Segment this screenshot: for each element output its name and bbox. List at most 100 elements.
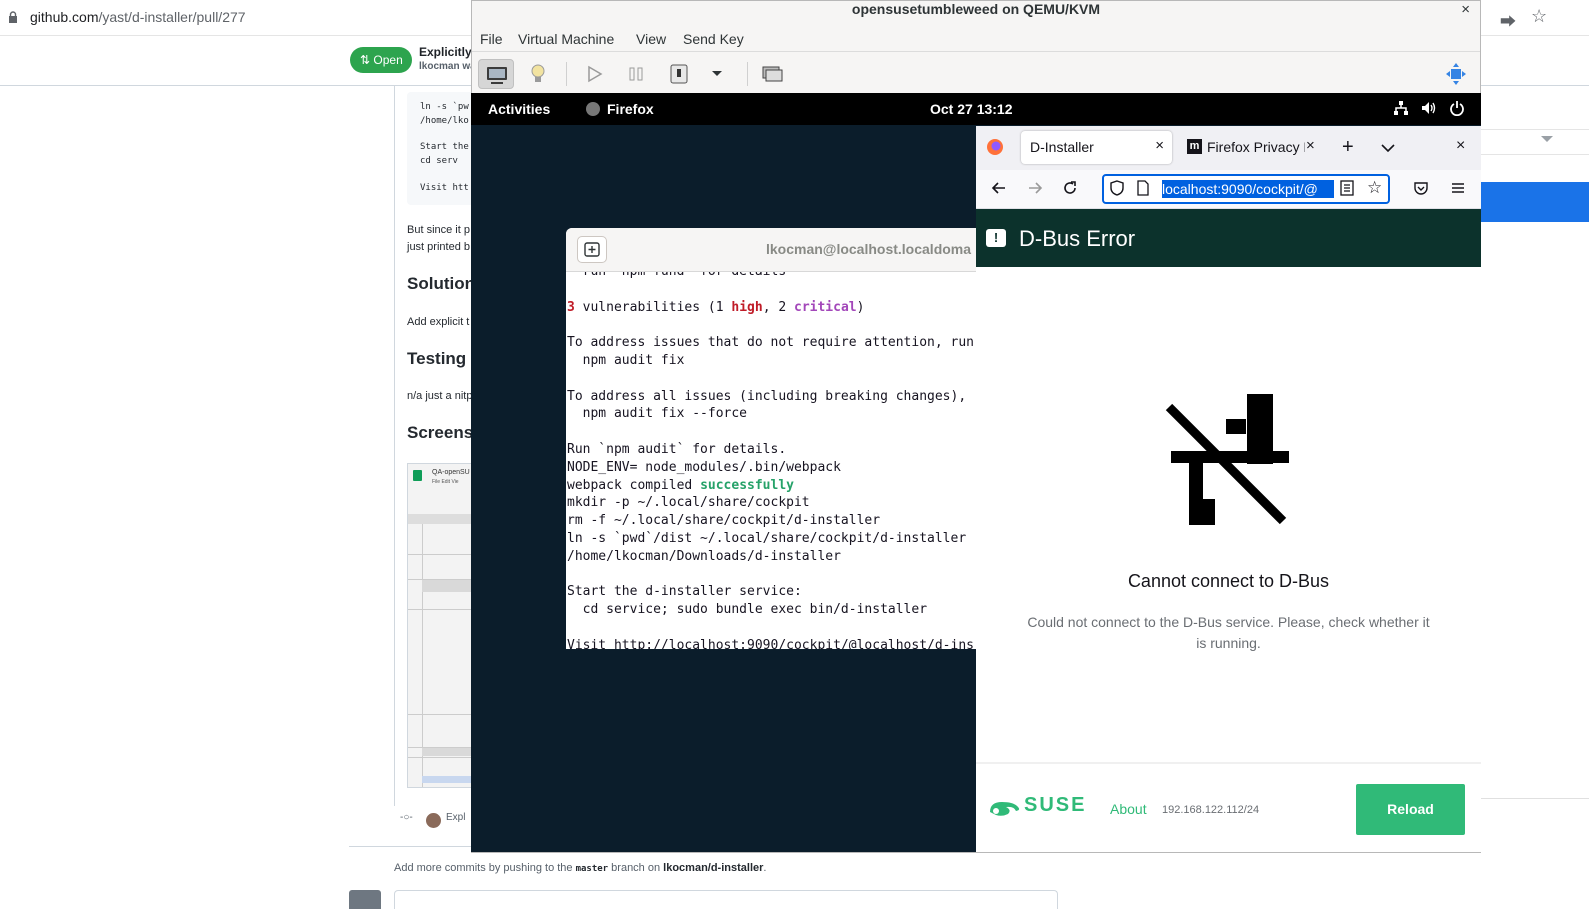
forward-icon[interactable]	[1027, 180, 1043, 201]
testing-text: n/a just a nitp	[407, 390, 473, 402]
terminal-line: rm -f ~/.local/share/cockpit/d-installer	[567, 513, 881, 529]
volume-icon[interactable]	[1421, 100, 1437, 119]
menu-send-key[interactable]: Send Key	[683, 31, 744, 47]
tab-d-installer[interactable]: D-Installer ×	[1021, 131, 1172, 164]
close-icon[interactable]: ×	[1155, 137, 1164, 154]
monitor-icon	[487, 67, 507, 84]
screens-icon	[762, 66, 783, 82]
firefox-icon	[586, 102, 600, 116]
heading-testing: Testing	[407, 349, 467, 368]
fullscreen-button[interactable]	[754, 59, 790, 89]
suse-logo-text: SUSE	[1024, 794, 1087, 816]
shield-icon[interactable]	[1110, 180, 1124, 199]
terminal-line: Start the d-installer service:	[567, 584, 802, 600]
disconnected-plug-icon	[1165, 394, 1289, 525]
divider	[1481, 798, 1589, 799]
bookmark-star-icon[interactable]: ☆	[1367, 178, 1382, 198]
pull-request-icon: ⇅	[360, 53, 371, 67]
shutdown-menu-button[interactable]	[699, 59, 735, 89]
app-main: Cannot connect to D-Bus Could not connec…	[976, 267, 1481, 762]
hamburger-menu-icon[interactable]	[1450, 180, 1466, 201]
description-text: just printed b	[407, 241, 470, 253]
error-message: Could not connect to the D-Bus service. …	[1027, 614, 1430, 651]
terminal-line: run `npm fund` for details	[567, 272, 787, 280]
details-view-button[interactable]	[520, 59, 556, 89]
ip-address: 192.168.122.112/24	[1162, 804, 1260, 816]
close-window-icon[interactable]: ×	[1456, 137, 1465, 155]
gnome-top-bar: Activities Firefox Oct 27 13:12	[471, 93, 1481, 125]
lightbulb-icon	[531, 64, 545, 82]
new-tab-icon	[584, 242, 600, 257]
close-icon[interactable]: ×	[1306, 137, 1315, 154]
play-icon	[588, 65, 603, 83]
terminal-line: mkdir -p ~/.local/share/cockpit	[567, 495, 810, 511]
power-icon	[670, 64, 688, 84]
console-view-button[interactable]	[478, 59, 514, 89]
menu-bar: File Virtual Machine View Send Key	[472, 28, 1480, 52]
tab-firefox-privacy[interactable]: m Firefox Privacy N ×	[1184, 131, 1319, 164]
sidebar-panel	[1481, 86, 1589, 130]
repo-link[interactable]: lkocman/d-installer	[663, 862, 763, 874]
sidebar-dropdown[interactable]	[1481, 131, 1589, 155]
heading-solution: Solution	[407, 274, 475, 293]
terminal-output[interactable]: run `npm fund` for details 3 vulnerabilit…	[567, 272, 976, 649]
url-text[interactable]: localhost:9090/cockpit/@	[1162, 180, 1334, 198]
reload-button[interactable]: Reload	[1356, 784, 1465, 835]
menu-virtual-machine[interactable]: Virtual Machine	[518, 31, 614, 47]
pr-author-line: lkocman wa	[419, 61, 476, 72]
app-menu[interactable]: Firefox	[607, 101, 654, 117]
star-icon[interactable]: ☆	[1531, 6, 1547, 27]
terminal-window[interactable]: lkocman@localhost.localdoma run `npm fun…	[566, 228, 976, 649]
chevron-down-icon	[1541, 136, 1553, 142]
terminal-line: cd service; sudo bundle exec bin/d-insta…	[567, 602, 928, 618]
avatar	[349, 890, 381, 909]
screenshot-image[interactable]: QA-openSU File Edit Vie	[407, 463, 477, 788]
host-url[interactable]: github.com/yast/d-installer/pull/277	[30, 9, 246, 25]
run-button[interactable]	[576, 59, 612, 89]
terminal-line: To address all issues (including breakin…	[567, 388, 967, 404]
terminal-line: ln -s `pwd`/dist ~/.local/share/cockpit/…	[567, 531, 967, 546]
new-tab-button[interactable]: +	[1342, 136, 1354, 159]
sidebar-highlight[interactable]	[1481, 182, 1589, 222]
commit-message[interactable]: Expl	[446, 812, 465, 823]
share-icon[interactable]: ⮕	[1500, 8, 1516, 32]
terminal-headerbar: lkocman@localhost.localdoma	[566, 228, 976, 272]
close-icon[interactable]: ×	[1461, 1, 1470, 18]
reload-icon[interactable]	[1062, 180, 1078, 201]
pause-icon	[629, 67, 643, 81]
terminal-line: /home/lkocman/Downloads/d-installer	[567, 548, 841, 564]
terminal-line: webpack compiled successfully	[567, 477, 794, 493]
new-tab-button[interactable]	[577, 236, 607, 263]
window-title: opensusetumbleweed on QEMU/KVM	[851, 1, 1101, 17]
resize-to-vm-button[interactable]	[1438, 59, 1474, 89]
terminal-line: To address issues that do not require at…	[567, 335, 974, 351]
avatar[interactable]	[426, 813, 441, 828]
page-title: D-Bus Error	[1019, 226, 1136, 251]
app-header: ! D-Bus Error	[976, 209, 1481, 267]
list-tabs-chevron-icon[interactable]	[1381, 140, 1395, 158]
about-link[interactable]: About	[1110, 801, 1147, 817]
firefox-view-icon[interactable]	[986, 138, 1004, 161]
pause-button[interactable]	[618, 59, 654, 89]
power-icon[interactable]	[1449, 100, 1465, 119]
pocket-icon[interactable]	[1413, 180, 1429, 201]
url-input[interactable]: localhost:9090/cockpit/@ ☆	[1102, 174, 1390, 204]
network-icon[interactable]	[1393, 100, 1409, 119]
mozilla-icon: m	[1187, 139, 1202, 154]
menu-file[interactable]: File	[480, 31, 503, 47]
reader-view-icon[interactable]	[1340, 180, 1354, 199]
back-icon[interactable]	[991, 180, 1007, 201]
comment-box[interactable]	[394, 890, 1058, 909]
terminal-line: npm audit fix --force	[567, 406, 748, 422]
shutdown-button[interactable]	[661, 59, 697, 89]
description-text: But since it p	[407, 224, 470, 236]
terminal-line: NODE_ENV= node_modules/.bin/webpack	[567, 459, 841, 475]
activities-button[interactable]: Activities	[488, 101, 550, 117]
suse-chameleon-logo	[990, 802, 1020, 816]
clock[interactable]: Oct 27 13:12	[930, 101, 1013, 117]
menu-view[interactable]: View	[636, 31, 666, 47]
terminal-line: Visit http://localhost:9090/cockpit/@loc…	[567, 637, 974, 649]
exclamation-icon: !	[986, 229, 1006, 247]
pr-status-badge: ⇅ Open	[350, 47, 412, 73]
commit-icon: -○-	[400, 812, 413, 823]
